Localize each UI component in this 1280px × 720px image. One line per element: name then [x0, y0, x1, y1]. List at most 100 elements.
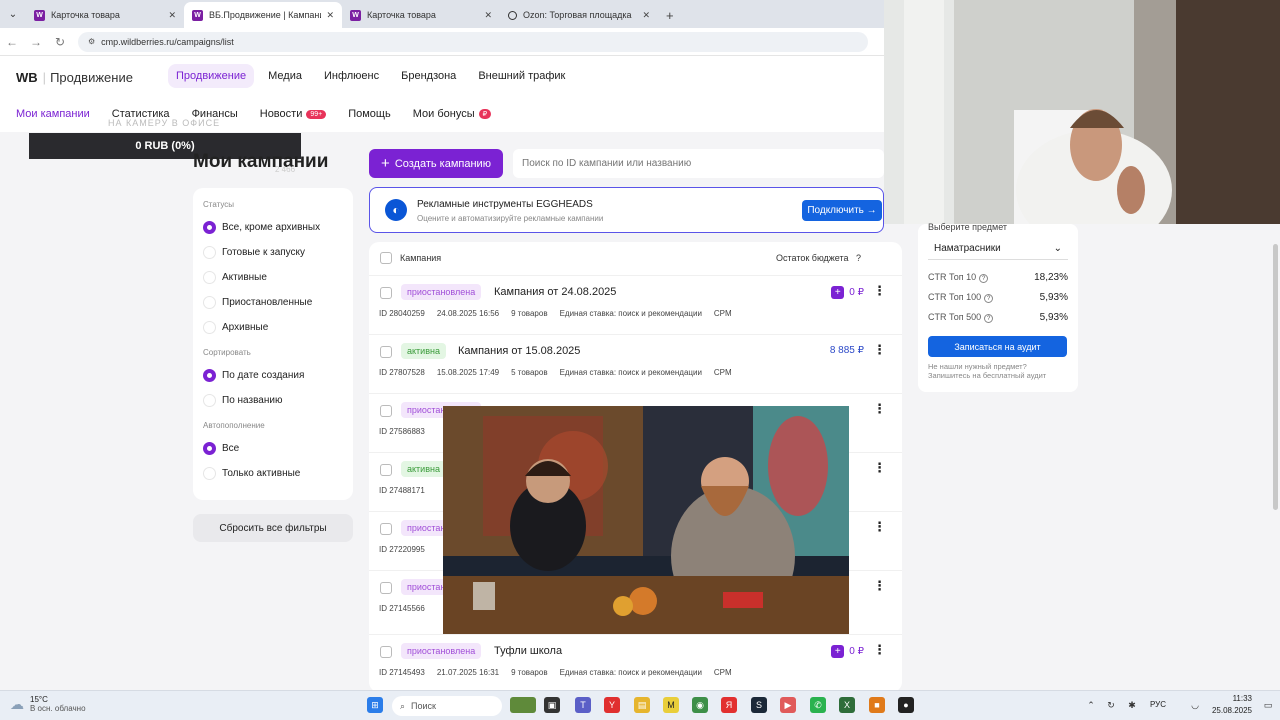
ctr-value: 5,93%	[1039, 312, 1068, 323]
connect-button[interactable]: Подключить →	[802, 200, 882, 221]
more-icon[interactable]: ⋮	[873, 579, 886, 593]
top-nav-promotion[interactable]: Продвижение	[168, 64, 255, 88]
chevron-down-icon: ⌄	[1053, 243, 1062, 254]
reset-filters-button[interactable]: Сбросить все фильтры	[193, 514, 353, 542]
create-campaign-button[interactable]: + Создать кампанию	[369, 149, 503, 178]
filter-status-active[interactable]: Активные	[203, 265, 343, 290]
option-label: Архивные	[222, 322, 269, 333]
video-overlay[interactable]	[443, 406, 849, 634]
sub-nav-help[interactable]: Помощь	[348, 108, 391, 120]
info-icon[interactable]: ?	[984, 314, 994, 323]
teams-icon[interactable]: T	[575, 697, 591, 713]
info-icon[interactable]: ?	[984, 294, 994, 303]
add-budget-icon[interactable]: +	[831, 645, 845, 658]
info-icon[interactable]: ?	[979, 274, 989, 283]
close-tab-icon[interactable]: ✕	[484, 10, 492, 21]
more-icon[interactable]: ⋮	[873, 402, 886, 416]
tab-list-chevron-icon[interactable]: ⌄	[0, 0, 26, 28]
notifications-icon[interactable]: ▭	[1262, 697, 1274, 713]
app-orange-icon[interactable]: ■	[869, 697, 885, 713]
add-budget-icon[interactable]: +	[831, 286, 845, 299]
table-row[interactable]: приостановлена Туфли школа ID 27145493 21…	[369, 634, 902, 692]
sub-nav-my-campaigns[interactable]: Мои кампании	[16, 108, 90, 120]
top-nav-external-traffic[interactable]: Внешний трафик	[470, 64, 573, 88]
row-checkbox[interactable]	[380, 405, 392, 417]
browser-tab-3[interactable]: W Карточка товара ✕	[342, 2, 500, 28]
sub-nav-bonuses[interactable]: Мои бонусы ₽	[413, 108, 492, 120]
top-nav-brandzone[interactable]: Брендзона	[393, 64, 464, 88]
widgets-icon[interactable]	[510, 697, 536, 713]
file-explorer-icon[interactable]: ▤	[634, 697, 650, 713]
filter-status-all-except-archived[interactable]: Все, кроме архивных	[203, 215, 343, 240]
select-all-checkbox[interactable]	[380, 252, 392, 264]
row-checkbox[interactable]	[380, 582, 392, 594]
wifi-icon[interactable]: ◡	[1187, 697, 1203, 713]
campaign-name[interactable]: Кампания от 15.08.2025	[458, 345, 580, 357]
sort-by-name[interactable]: По названию	[203, 388, 343, 413]
windows-start-icon[interactable]: ⊞	[367, 697, 383, 713]
site-info-icon[interactable]: ⚙	[88, 37, 95, 46]
filter-status-archived[interactable]: Архивные	[203, 315, 343, 340]
close-tab-icon[interactable]: ✕	[642, 10, 650, 21]
more-icon[interactable]: ⋮	[873, 520, 886, 534]
row-checkbox[interactable]	[380, 464, 392, 476]
forward-icon[interactable]: →	[24, 35, 48, 49]
audit-signup-button[interactable]: Записаться на аудит	[928, 336, 1067, 357]
row-checkbox[interactable]	[380, 346, 392, 358]
sort-by-date[interactable]: По дате создания	[203, 363, 343, 388]
yandex-icon[interactable]: Я	[721, 697, 737, 713]
tray-chevron-icon[interactable]: ⌃	[1083, 697, 1099, 713]
sync-icon[interactable]: ↻	[1103, 697, 1119, 713]
taskbar-search[interactable]: ⌕ Поиск	[392, 696, 502, 716]
more-icon[interactable]: ⋮	[873, 643, 886, 657]
reload-icon[interactable]: ↻	[48, 35, 72, 49]
page-scrollbar[interactable]	[1272, 224, 1280, 690]
task-view-icon[interactable]: ▣	[544, 697, 560, 713]
new-tab-icon[interactable]: +	[666, 2, 674, 28]
close-tab-icon[interactable]: ✕	[168, 10, 176, 21]
table-row[interactable]: активна Кампания от 15.08.2025 ID 278075…	[369, 334, 902, 393]
table-row[interactable]: приостановлена Кампания от 24.08.2025 ID…	[369, 275, 902, 334]
help-icon[interactable]: ?	[856, 253, 861, 263]
app-dark-icon[interactable]: ●	[898, 697, 914, 713]
whatsapp-icon[interactable]: ✆	[810, 697, 826, 713]
more-icon[interactable]: ⋮	[873, 343, 886, 357]
autorefill-active-only[interactable]: Только активные	[203, 461, 343, 486]
app-icon[interactable]: M	[663, 697, 679, 713]
note-free-audit[interactable]: Запишитесь на бесплатный аудит	[928, 371, 1046, 380]
excel-icon[interactable]: X	[839, 697, 855, 713]
app-active-icon[interactable]: ▶	[780, 697, 796, 713]
chrome-icon[interactable]: ◉	[692, 697, 708, 713]
browser-tab-4[interactable]: Ozon: Торговая площадка ✕	[500, 2, 658, 28]
yandex-browser-icon[interactable]: Y	[604, 697, 620, 713]
url-field[interactable]: ⚙ cmp.wildberries.ru/campaigns/list	[78, 31, 868, 52]
scrollbar-thumb[interactable]	[1273, 244, 1278, 510]
campaign-rate: Единая ставка: поиск и рекомендации	[559, 309, 702, 318]
campaign-name[interactable]: Кампания от 24.08.2025	[494, 286, 616, 298]
subject-select[interactable]: Наматрасники ⌄	[928, 238, 1068, 260]
top-nav-media[interactable]: Медиа	[260, 64, 310, 88]
row-checkbox[interactable]	[380, 646, 392, 658]
system-clock[interactable]: 11:33 25.08.2025	[1208, 693, 1252, 717]
top-nav-influence[interactable]: Инфлюенс	[316, 64, 387, 88]
steam-icon[interactable]: S	[751, 697, 767, 713]
campaign-name[interactable]: Туфли школа	[494, 645, 562, 657]
bluetooth-icon[interactable]: ✱	[1124, 697, 1140, 713]
browser-tab-1[interactable]: W Карточка товара ✕	[26, 2, 184, 28]
browser-tab-2[interactable]: W ВБ.Продвижение | Кампании ✕	[184, 2, 342, 28]
language-indicator[interactable]: РУС	[1150, 700, 1166, 709]
weather-widget[interactable]: ☁ 15°C В осн. облачно	[10, 695, 86, 713]
more-icon[interactable]: ⋮	[873, 284, 886, 298]
close-tab-icon[interactable]: ✕	[326, 10, 334, 21]
filter-status-ready[interactable]: Готовые к запуску	[203, 240, 343, 265]
row-checkbox[interactable]	[380, 287, 392, 299]
sub-nav-news[interactable]: Новости 99+	[260, 108, 327, 120]
filter-status-paused[interactable]: Приостановленные	[203, 290, 343, 315]
back-icon[interactable]: ←	[0, 35, 24, 49]
autorefill-all[interactable]: Все	[203, 436, 343, 461]
campaign-search-input[interactable]	[513, 149, 884, 178]
more-icon[interactable]: ⋮	[873, 461, 886, 475]
row-checkbox[interactable]	[380, 523, 392, 535]
campaign-date: 15.08.2025 17:49	[436, 368, 500, 377]
wb-logo[interactable]: WB | Продвижение	[16, 70, 133, 85]
